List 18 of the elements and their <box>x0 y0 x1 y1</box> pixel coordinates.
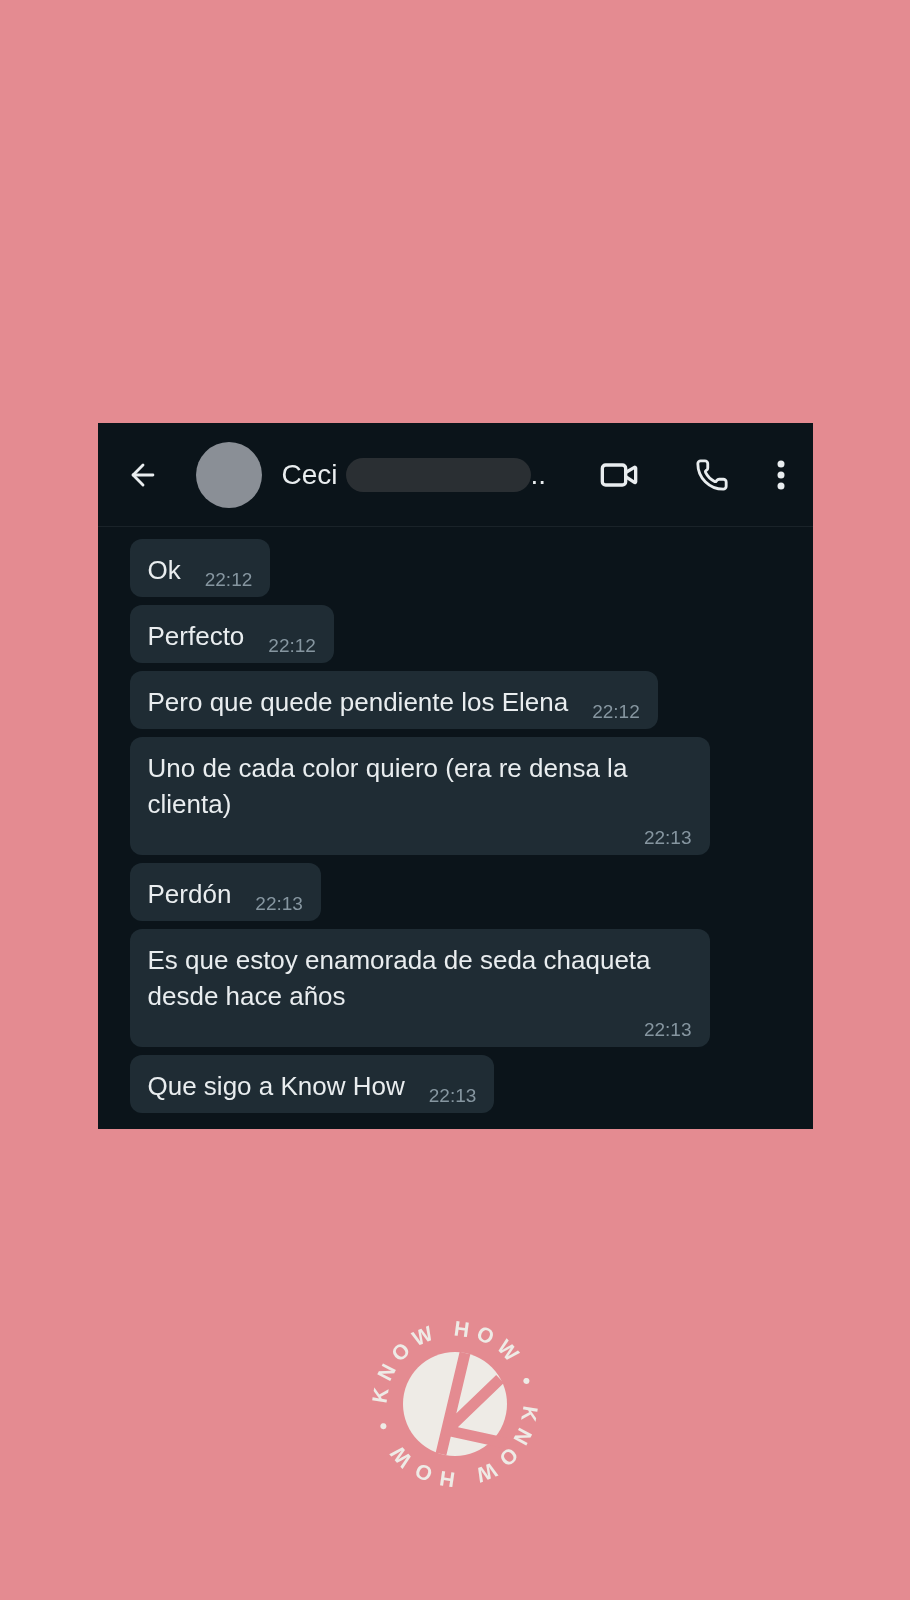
message-time: 22:13 <box>255 892 303 916</box>
message-time: 22:13 <box>643 826 692 850</box>
message-text: Pero que quede pendiente los Elena <box>147 686 569 719</box>
message-text: Es que estoy enamorada de seda chaqueta desde hace años <box>147 944 652 1013</box>
message-text: Ok <box>147 554 181 587</box>
message-text: Perfecto <box>147 620 245 653</box>
contact-name[interactable]: Ceci <box>281 453 338 496</box>
message-time: 22:12 <box>592 700 640 724</box>
contact-name-ellipsis: .. <box>530 457 547 492</box>
message-text: Uno de cada color quiero (era re densa la clienta) <box>147 752 629 821</box>
message-time: 22:12 <box>204 568 253 592</box>
message-time: 22:13 <box>643 1018 692 1042</box>
message-text: Perdón <box>147 878 232 911</box>
message-time: 22:13 <box>428 1084 477 1108</box>
message-time: 22:12 <box>268 634 316 658</box>
phone-icon <box>694 457 729 492</box>
menu-icon <box>776 459 785 490</box>
message-text: Que sigo a Know How <box>147 1070 405 1103</box>
